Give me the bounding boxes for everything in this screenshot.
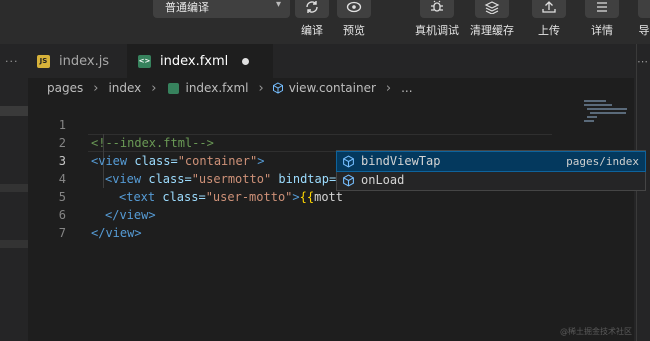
explorer-item[interactable] — [0, 106, 28, 116]
chevron-right-icon: › — [151, 80, 157, 96]
tag-close: </view> — [91, 226, 142, 240]
explorer-item[interactable] — [0, 184, 28, 192]
editor-tab-bar: JS index.js <> index.fxml — [28, 44, 634, 78]
js-file-icon: JS — [37, 54, 50, 68]
chevron-right-icon: › — [385, 80, 392, 96]
preview-label: 预览 — [343, 24, 365, 37]
refresh-icon — [306, 1, 318, 13]
breadcrumb-item[interactable]: pages — [28, 81, 83, 95]
breadcrumb-item[interactable]: index — [108, 81, 141, 95]
suggestion-item[interactable]: onLoad — [337, 171, 645, 190]
upload-button[interactable] — [532, 0, 566, 18]
export-button[interactable] — [638, 0, 650, 18]
clear-cache-label: 清理缓存 — [470, 24, 514, 37]
device-debug-button[interactable] — [420, 0, 454, 18]
cube-icon — [343, 174, 354, 187]
chevron-right-icon: › — [93, 80, 99, 96]
breadcrumb-item[interactable]: ... — [401, 81, 412, 95]
more-icon[interactable]: ⋯ — [637, 55, 648, 68]
menu-icon — [597, 2, 607, 12]
export-label: 导 — [638, 24, 650, 37]
code-editor[interactable]: 1 <!--index.ftml--> 2 <view class="conta… — [28, 98, 634, 341]
autocomplete-widget: bindViewTap pages/index onLoad — [336, 150, 646, 191]
minimap[interactable] — [582, 98, 634, 138]
bug-icon — [431, 0, 443, 12]
chevron-right-icon: › — [258, 80, 264, 96]
tab-index-fxml[interactable]: <> index.fxml — [127, 44, 273, 78]
suggestion-name: onLoad — [361, 173, 405, 187]
compile-label: 编译 — [301, 24, 323, 37]
eye-icon — [346, 1, 362, 13]
upload-icon — [542, 1, 556, 13]
explorer-item[interactable] — [0, 240, 28, 248]
breadcrumb: pages › index › index.fxml › view.contai… — [28, 78, 634, 98]
chevron-down-icon: ▾ — [275, 0, 281, 10]
tab-label: index.fxml — [160, 53, 229, 69]
device-debug-label: 真机调试 — [415, 24, 459, 37]
breadcrumb-item[interactable]: index.fxml — [185, 81, 248, 95]
more-icon[interactable]: ··· — [5, 55, 19, 68]
breadcrumb-item[interactable]: view.container — [289, 81, 376, 95]
explorer-strip: ··· — [0, 44, 28, 341]
vertical-scrollbar[interactable]: ⋯ — [634, 44, 650, 341]
compile-button[interactable] — [295, 0, 329, 18]
scrollbar-edge — [636, 44, 637, 341]
code-line[interactable]: 1 <!--index.ftml--> — [28, 98, 554, 150]
code-line[interactable]: 2 <view class="container"> — [28, 116, 554, 168]
suggestion-name: bindViewTap — [361, 154, 441, 168]
code-line[interactable]: 7 — [28, 206, 554, 240]
fxml-file-icon: <> — [138, 54, 151, 68]
tab-label: index.js — [59, 53, 110, 69]
layers-icon — [484, 1, 500, 14]
compile-mode-select[interactable]: 普通编译 ▾ — [153, 0, 290, 18]
tab-index-js[interactable]: JS index.js — [28, 44, 126, 78]
suggestion-item[interactable]: bindViewTap pages/index — [336, 151, 646, 172]
unsaved-dot-icon[interactable] — [242, 57, 250, 65]
preview-button[interactable] — [337, 0, 371, 18]
compile-mode-label: 普通编译 — [165, 1, 209, 14]
suggestion-detail: pages/index — [566, 155, 639, 168]
line-number: 7 — [58, 226, 66, 240]
clear-cache-button[interactable] — [475, 0, 509, 18]
cube-icon — [343, 155, 354, 168]
details-button[interactable] — [585, 0, 619, 18]
fxml-file-icon — [168, 82, 180, 94]
top-toolbar: 普通编译 ▾ 编译 预览 真机调试 清理缓存 上传 详情 导 — [0, 0, 650, 44]
details-label: 详情 — [591, 24, 613, 37]
upload-label: 上传 — [538, 24, 560, 37]
cube-icon — [272, 82, 283, 94]
watermark: @稀土掘金技术社区 — [560, 327, 632, 336]
